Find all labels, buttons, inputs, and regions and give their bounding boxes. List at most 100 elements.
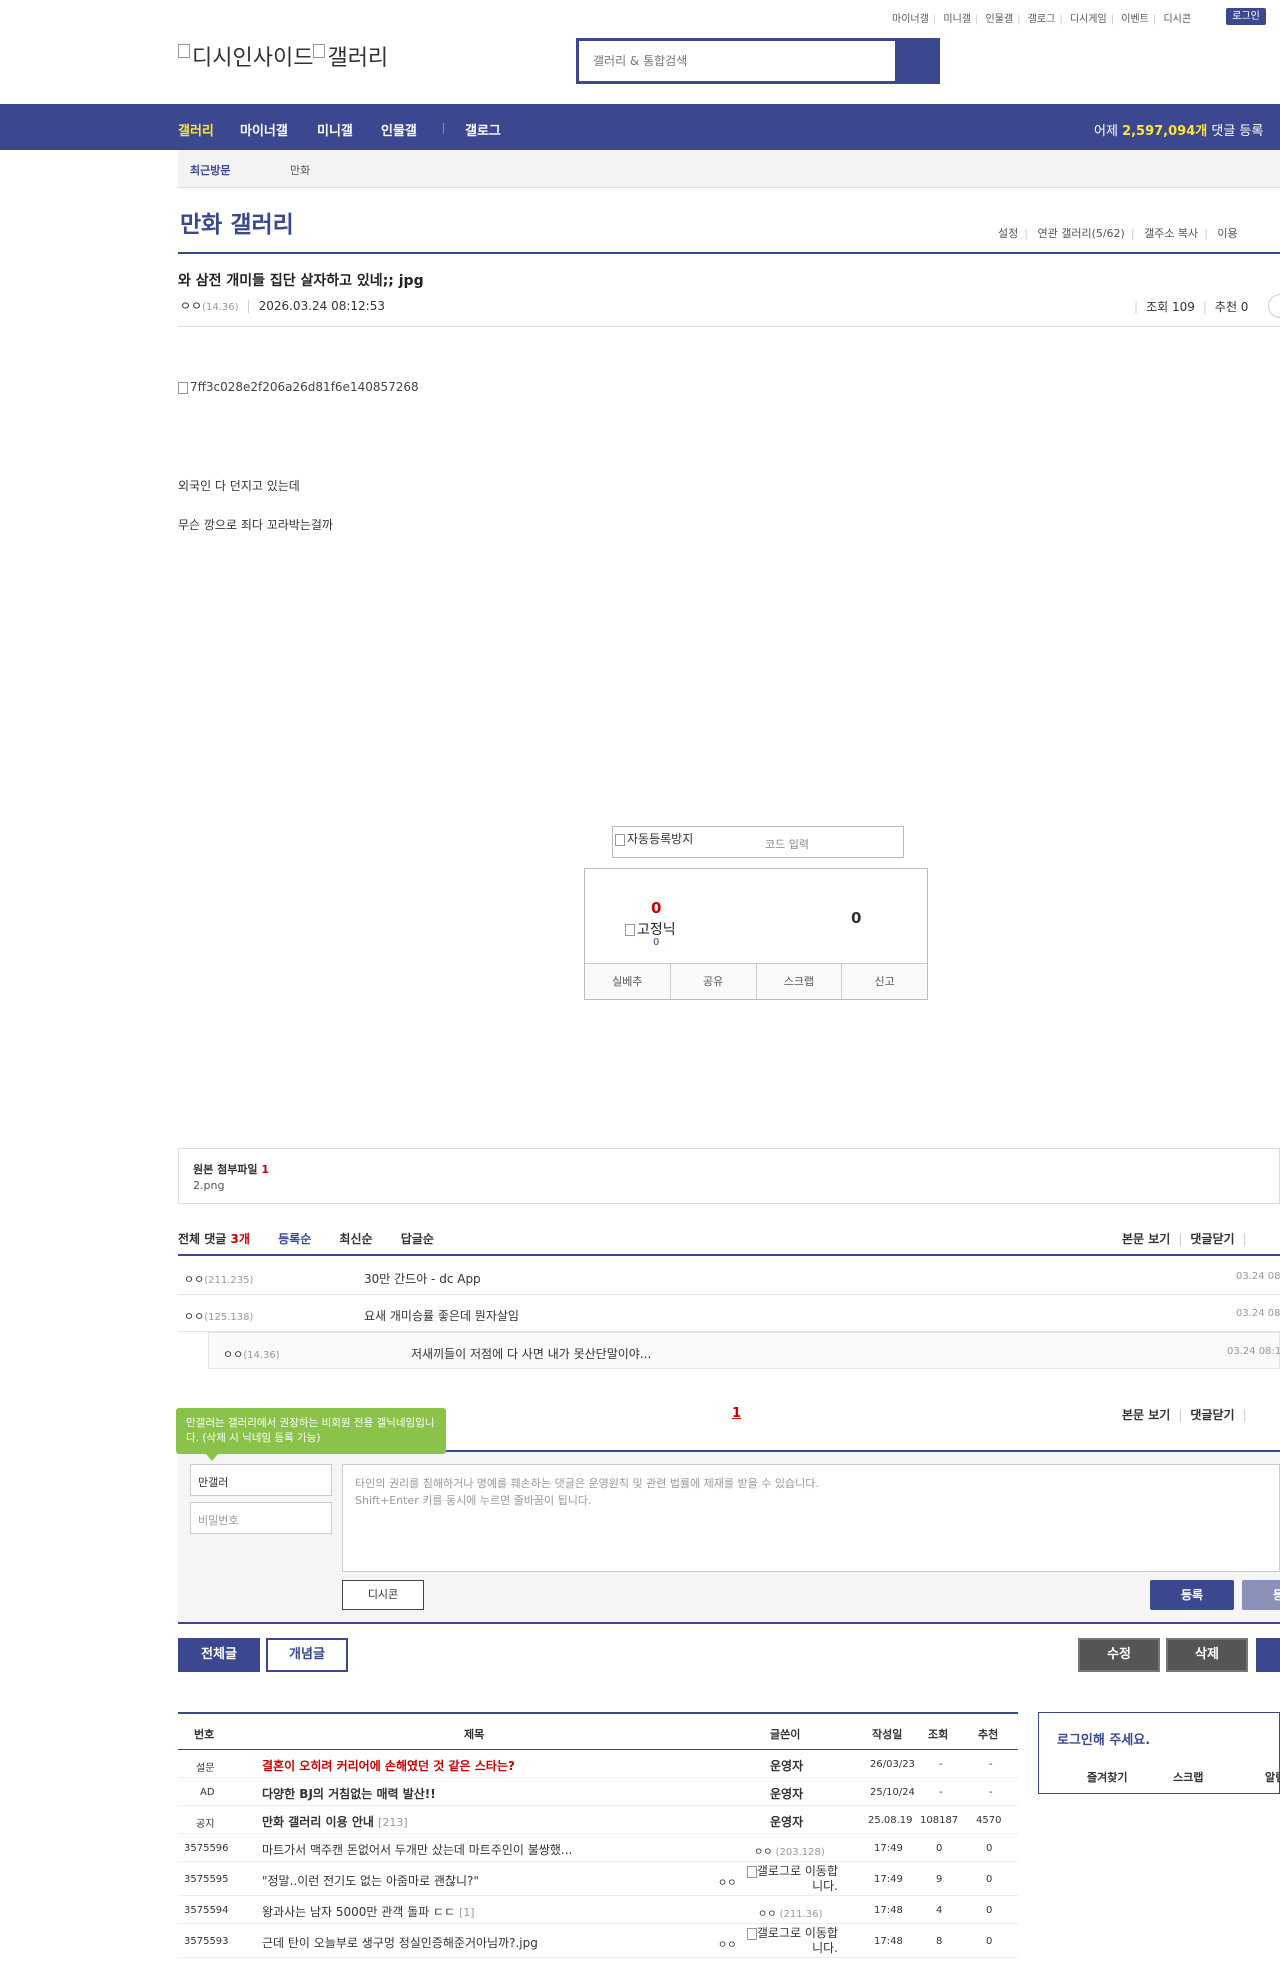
table-row[interactable]: 3575596 마트가서 맥주캔 돈없어서 두개만 샀는데 마트주인이 불쌍했.… [178,1834,1018,1862]
close-comments-link[interactable]: 댓글닫기 [1190,1408,1234,1422]
nickname-input[interactable]: 만갤러 [190,1464,332,1496]
upvote-count[interactable]: 0 [651,899,661,917]
submit-comment-button[interactable]: 등록 [1150,1580,1234,1610]
post-body-line: 외국인 다 던지고 있는데 [178,479,300,493]
top-link-event[interactable]: 이벤트 [1121,14,1149,25]
related-gallery-link[interactable]: 연관 갤러리(5/62) [1037,227,1124,240]
table-row[interactable]: AD 다양한 BJ의 거침없는 매력 발산!! 운영자 25/10/24 - - [178,1778,1018,1806]
post-views: 조회 109 [1146,300,1195,314]
copy-address-link[interactable]: 갤주소 복사 [1144,227,1198,240]
comment-row: ㅇㅇ(125.138) 요새 개미승률 좋은데 뭔자살임 03.24 08 [178,1295,1280,1332]
share-icon[interactable] [1268,294,1280,318]
downvote-count[interactable]: 0 [851,909,861,927]
fixed-nick-count: 0 [653,937,660,948]
recent-visits-bar: 최근방문 만화 [178,150,1280,188]
report-button[interactable]: 신고 [842,964,927,999]
comments-actions: 본문 보기 | 댓글닫기 | [1122,1232,1247,1246]
captcha-input[interactable]: 코드 입력 [765,836,809,852]
notification-link[interactable]: 알림 [1265,1769,1280,1785]
top-link-minor[interactable]: 마이너갤 [892,14,929,25]
nav-gallog[interactable]: 갤로그 [465,120,501,139]
best-recommend-button[interactable]: 실베추 [585,964,671,999]
post-list: 번호 제목 글쓴이 작성일 조회 추천 설문 결혼이 오히려 커리어에 손해였던… [178,1712,1018,1958]
list-header: 번호 제목 글쓴이 작성일 조회 추천 [178,1712,1018,1750]
favorites-link[interactable]: 즐겨찾기 [1087,1769,1127,1785]
broken-image-icon [746,1927,757,1940]
comment-text: 요새 개미승률 좋은데 뭔자살임 [364,1309,519,1323]
table-row[interactable]: 3575594 왕과사는 남자 5000만 관객 돌파 ㄷㄷ [1] ㅇㅇ (2… [178,1896,1018,1924]
top-link-dccon[interactable]: 디시콘 [1163,14,1191,25]
comment-author[interactable]: ㅇㅇ(125.138) [184,1308,253,1324]
broken-image-icon [313,44,326,58]
nav-person[interactable]: 인물갤 [381,120,417,139]
attachment-file[interactable]: 2.png [193,1179,224,1192]
sort-registered[interactable]: 등록순 [278,1232,311,1246]
sort-latest[interactable]: 최신순 [339,1232,372,1246]
comment-textarea[interactable]: 타인의 권리를 침해하거나 명예를 훼손하는 댓글은 운영원칙 및 관련 법률에… [342,1464,1280,1572]
broken-image-icon [178,381,188,394]
gallery-title[interactable]: 만화 갤러리 [180,205,294,239]
close-comments-link[interactable]: 댓글닫기 [1190,1232,1234,1246]
login-button[interactable]: 로그인 [1226,8,1266,25]
yesterday-count: 2,597,094개 [1122,124,1208,139]
gallog-link[interactable]: 갤로그로 이동합니다. [746,1926,838,1956]
nav-mini[interactable]: 미니갤 [317,120,353,139]
captcha-box: 자동등록방지 코드 입력 [612,826,904,858]
logo-alt-text: 디시인사이드 [192,46,314,71]
recommend-actions: 실베추 공유 스크랩 신고 [585,963,927,999]
broken-image-icon [178,44,190,58]
post-author[interactable]: ㅇㅇ [180,299,202,313]
usage-link[interactable]: 이용 [1217,227,1237,240]
login-prompt[interactable]: 로그인해 주세요. [1057,1729,1150,1748]
nickname-tooltip: 만갤러는 갤러리에서 권장하는 비회원 전용 갤닉네임입니다. (삭제 시 닉네… [176,1408,446,1461]
delete-button[interactable]: 삭제 [1166,1638,1248,1672]
nav-minor[interactable]: 마이너갤 [240,120,288,139]
recent-item[interactable]: 만화 [290,162,310,178]
table-row[interactable]: 3575595 "정말..이런 전기도 없는 아줌마로 괜찮니?" ㅇㅇ 갤로그… [178,1862,1018,1896]
gallog-link[interactable]: 갤로그로 이동합니다. [746,1864,838,1894]
concept-posts-button[interactable]: 개념글 [266,1638,348,1672]
nav-gallery[interactable]: 갤러리 [178,120,214,139]
edit-button[interactable]: 수정 [1078,1638,1160,1672]
table-row[interactable]: 공지 만화 갤러리 이용 안내 [213] 운영자 25.08.19 10818… [178,1806,1018,1834]
post-stats: | 조회 109 | 추천 0 [1134,300,1249,314]
comment-date: 03.24 08 [1236,1271,1280,1282]
gallery-settings-link[interactable]: 설정 [998,227,1018,240]
top-link-mini[interactable]: 미니갤 [943,14,971,25]
write-button[interactable] [1256,1638,1280,1672]
password-input[interactable]: 비밀번호 [190,1502,332,1534]
comment-author[interactable]: ㅇㅇ(211.235) [184,1271,253,1287]
site-logo[interactable]: 디시인사이드 갤러리 [178,40,388,72]
top-link-person[interactable]: 인물갤 [986,14,1014,25]
top-link-gallog[interactable]: 갤로그 [1028,14,1056,25]
comment-author[interactable]: ㅇㅇ(14.36) [223,1346,280,1362]
top-link-game[interactable]: 디시게임 [1070,14,1107,25]
post-author-ip: (14.36) [202,302,239,313]
login-box: 로그인해 주세요. 즐겨찾기 스크랩 알림 [1038,1712,1280,1794]
search-button[interactable] [895,41,937,81]
scrap-link[interactable]: 스크랩 [1173,1769,1203,1785]
yesterday-comments: 어제 2,597,094개 댓글 등록 [1094,124,1264,139]
submit-recommend-button[interactable]: 등록 [1242,1580,1280,1610]
table-row[interactable]: 설문 결혼이 오히려 커리어에 손해였던 것 같은 스타는? 운영자 26/03… [178,1750,1018,1778]
scrap-button[interactable]: 스크랩 [757,964,843,999]
sort-replies[interactable]: 답글순 [401,1232,434,1246]
search-input[interactable] [582,44,892,78]
attachment-label: 원본 첨부파일 1 [193,1163,270,1176]
view-body-link[interactable]: 본문 보기 [1122,1232,1170,1246]
logo-alt-text-2: 갤러리 [327,46,389,71]
view-body-link[interactable]: 본문 보기 [1122,1408,1170,1422]
table-row[interactable]: 3575593 근데 탄이 오늘부로 생구멍 정실인증해준거아님까?.jpg ㅇ… [178,1924,1018,1958]
comment-page-1[interactable]: 1 [732,1406,741,1421]
dccon-button[interactable]: 디시콘 [342,1580,424,1610]
share-button[interactable]: 공유 [671,964,757,999]
all-posts-button[interactable]: 전체글 [178,1638,260,1672]
post-image[interactable]: 7ff3c028e2f206a26d81f6e140857268 [178,380,419,394]
comments-header: 전체 댓글 3개 등록순 최신순 답글순 [178,1232,434,1246]
comment-count: 3개 [230,1232,250,1246]
top-utility-links: 마이너갤 | 미니갤 | 인물갤 | 갤로그 | 디시게임 | 이벤트 | 디시콘 [892,14,1192,25]
post-title: 와 삼전 개미들 집단 살자하고 있네;; jpg [178,273,424,289]
post-header-divider [178,326,1280,327]
broken-image-icon [746,1865,757,1878]
nav-divider [443,123,444,134]
